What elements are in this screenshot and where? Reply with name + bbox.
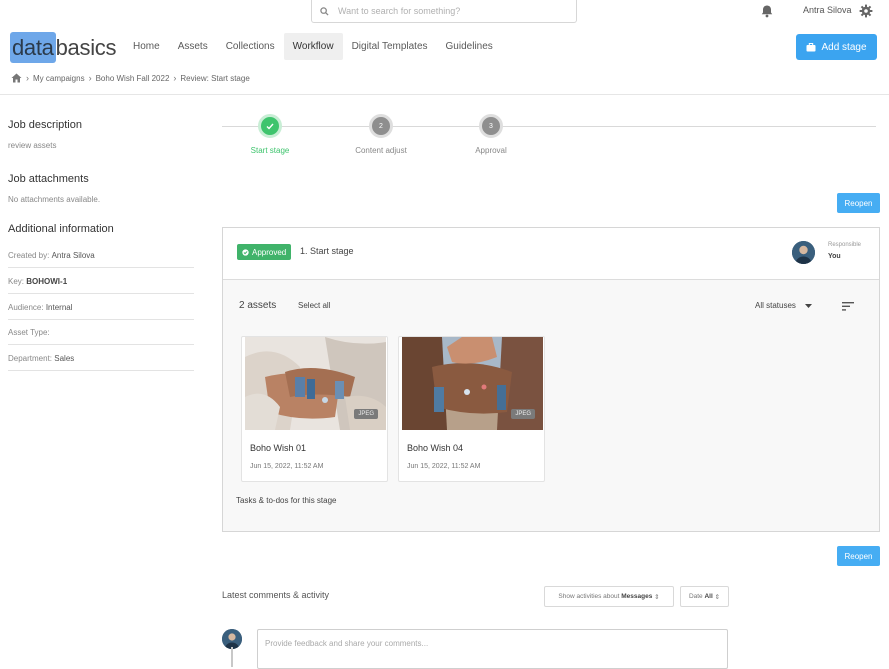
date-filter-value: All	[704, 593, 713, 600]
sort-arrows-icon: ⇕	[714, 593, 721, 601]
logo-highlight: data	[10, 32, 56, 63]
job-description-title: Job description	[8, 119, 82, 131]
chevron-right-icon: ›	[88, 73, 92, 83]
nav-home[interactable]: Home	[124, 33, 169, 60]
step-2-circle[interactable]: 2	[369, 114, 393, 138]
breadcrumb-current: Review: Start stage	[180, 73, 250, 83]
asset-name[interactable]: Boho Wish 04	[407, 443, 463, 453]
asset-card[interactable]: JPEG Boho Wish 04 Jun 15, 2022, 11:52 AM	[398, 336, 545, 482]
info-row-asset-type: Asset Type:	[8, 320, 194, 345]
additional-info-title: Additional information	[8, 223, 114, 235]
info-row-created-by: Created by: Antra Silova	[8, 243, 194, 268]
job-attachments-title: Job attachments	[8, 173, 89, 185]
add-stage-button[interactable]: Add stage	[796, 34, 877, 60]
stage-title: 1. Start stage	[300, 246, 354, 256]
breadcrumb: › My campaigns › Boho Wish Fall 2022 › R…	[11, 73, 250, 83]
step-3-number: 3	[489, 122, 493, 130]
date-filter-dropdown[interactable]: Date All ⇕	[680, 586, 729, 607]
step-2-label[interactable]: Content adjust	[336, 146, 426, 155]
info-row-department: Department: Sales	[8, 346, 194, 371]
asset-thumbnail: JPEG	[402, 337, 543, 430]
nav-assets[interactable]: Assets	[169, 33, 217, 60]
info-label: Department:	[8, 353, 53, 363]
header-divider	[0, 94, 889, 95]
caret-down-icon	[804, 303, 812, 308]
add-stage-label: Add stage	[821, 41, 867, 53]
asset-thumbnail: JPEG	[245, 337, 386, 430]
activity-filter-prefix: Show activities about	[558, 593, 620, 600]
step-3-circle[interactable]: 3	[479, 114, 503, 138]
select-all-button[interactable]: Select all	[298, 301, 330, 310]
chevron-right-icon: ›	[26, 73, 29, 83]
activity-filter-value: Messages	[621, 593, 653, 600]
info-label: Created by:	[8, 250, 50, 260]
bell-icon[interactable]	[760, 4, 774, 18]
responsible-value: You	[828, 253, 841, 260]
approved-badge-label: Approved	[252, 247, 287, 257]
step-1-label[interactable]: Start stage	[225, 146, 315, 155]
info-row-key: Key: BOHOWI-1	[8, 269, 194, 294]
user-avatar	[222, 629, 242, 649]
check-circle-icon	[242, 248, 249, 256]
sort-arrows-icon: ⇕	[654, 593, 660, 601]
comment-input[interactable]: Provide feedback and share your comments…	[257, 629, 728, 669]
main-nav: Home Assets Collections Workflow Digital…	[124, 33, 502, 60]
status-filter-dropdown[interactable]: All statuses	[755, 301, 812, 310]
approved-badge: Approved	[237, 244, 292, 260]
nav-workflow[interactable]: Workflow	[283, 33, 343, 60]
asset-date: Jun 15, 2022, 11:52 AM	[250, 463, 324, 470]
info-label: Audience:	[8, 302, 44, 312]
activity-title: Latest comments & activity	[222, 590, 330, 600]
home-icon[interactable]	[11, 73, 22, 83]
chevron-right-icon: ›	[173, 73, 177, 83]
logo[interactable]: data basics	[10, 32, 116, 63]
job-description-value: review assets	[8, 141, 57, 150]
date-filter-prefix: Date	[688, 593, 703, 600]
breadcrumb-campaign[interactable]: Boho Wish Fall 2022	[96, 74, 170, 83]
stage-panel-header: Approved 1. Start stage Responsible You	[223, 228, 879, 280]
user-name[interactable]: Antra Silova	[803, 5, 852, 15]
sort-icon[interactable]	[842, 302, 854, 311]
responsible-label: Responsible	[828, 242, 862, 248]
reopen-button-top[interactable]: Reopen	[837, 193, 880, 213]
breadcrumb-campaigns[interactable]: My campaigns	[33, 74, 85, 83]
file-type-badge: JPEG	[354, 409, 378, 419]
status-filter-label: All statuses	[755, 301, 796, 310]
logo-text: basics	[55, 34, 117, 60]
gear-icon[interactable]	[859, 4, 873, 18]
step-1-circle[interactable]	[258, 114, 282, 138]
nav-digital-templates[interactable]: Digital Templates	[343, 33, 437, 60]
asset-name[interactable]: Boho Wish 01	[250, 443, 306, 453]
nav-guidelines[interactable]: Guidelines	[437, 33, 502, 60]
asset-date: Jun 15, 2022, 11:52 AM	[407, 463, 481, 470]
info-value: Sales	[54, 353, 75, 363]
asset-card[interactable]: JPEG Boho Wish 01 Jun 15, 2022, 11:52 AM	[241, 336, 388, 482]
info-value: BOHOWI-1	[26, 276, 68, 286]
file-type-badge: JPEG	[511, 409, 535, 419]
reopen-button-bottom[interactable]: Reopen	[837, 546, 880, 566]
asset-count: 2 assets	[239, 300, 277, 311]
info-label: Asset Type:	[8, 327, 50, 337]
timeline-line	[231, 647, 233, 667]
nav-collections[interactable]: Collections	[217, 33, 284, 60]
search-input[interactable]	[338, 6, 558, 16]
step-2-number: 2	[379, 122, 383, 130]
stage-panel: Approved 1. Start stage Responsible You …	[222, 227, 880, 532]
search-bar[interactable]	[311, 0, 577, 23]
job-attachments-value: No attachments available.	[8, 195, 101, 204]
info-row-audience: Audience: Internal	[8, 295, 194, 320]
tasks-label[interactable]: Tasks & to-dos for this stage	[236, 496, 337, 505]
search-icon	[320, 6, 329, 16]
info-label: Key:	[8, 276, 25, 286]
checkmark-icon	[266, 123, 274, 130]
step-3-label[interactable]: Approval	[446, 146, 536, 155]
info-value: Internal	[45, 302, 73, 312]
responsible-avatar	[792, 241, 815, 264]
info-value: Antra Silova	[51, 250, 95, 260]
briefcase-icon	[806, 42, 816, 51]
activity-filter-dropdown[interactable]: Show activities about Messages ⇕	[544, 586, 674, 607]
stepper-line	[222, 126, 876, 127]
